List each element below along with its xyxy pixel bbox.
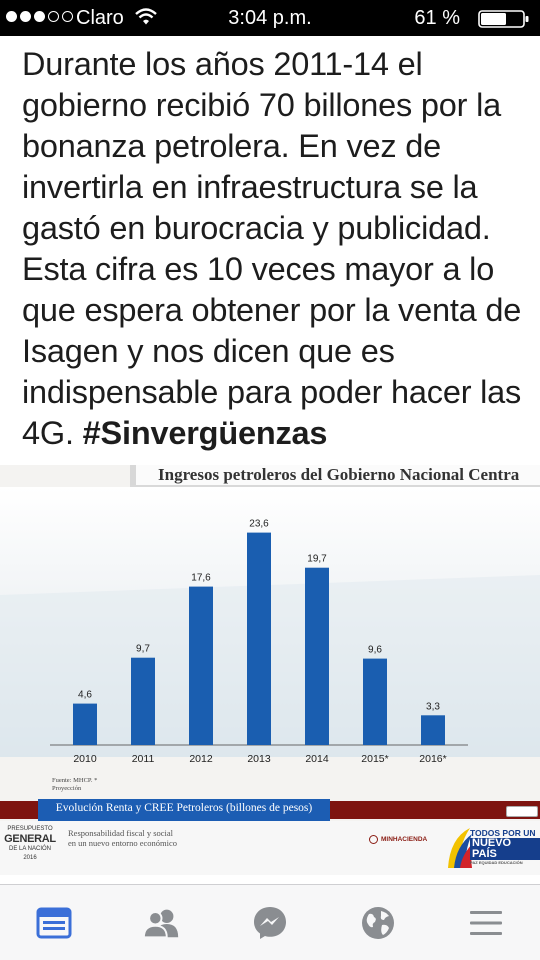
chart-bar [73, 703, 97, 745]
tab-more[interactable] [466, 903, 506, 943]
bar-chart: 4,6 2010 9,7 2011 17,6 2012 23,6 2013 19,7 2014 9,… [0, 487, 540, 765]
chart-bar [363, 658, 387, 745]
source-note: Proyección [52, 785, 82, 792]
x-tick-label: 2013 [247, 753, 271, 765]
presupuesto-logo: PRESUPUESTO GENERAL DE LA NACIÓN 2016 [4, 825, 56, 863]
x-tick-label: 2014 [305, 753, 329, 765]
ministry-name: MINHACIENDA [381, 836, 428, 843]
bar-data-label: 19,7 [307, 554, 327, 565]
logo-line: GENERAL [4, 833, 56, 845]
campaign-line: NUEVO PAÍS [470, 838, 540, 860]
friends-icon [142, 909, 179, 939]
battery-percent: 61 % [414, 7, 460, 29]
hashtag-link[interactable]: #Sinvergüenzas [83, 415, 328, 451]
newsfeed-icon [36, 907, 72, 939]
x-tick-label: 2015* [361, 753, 388, 765]
chart-source: Fuente: MHCP. * Proyección [52, 777, 97, 793]
messenger-icon [254, 907, 286, 939]
tab-messenger[interactable] [250, 903, 290, 943]
bar-data-label: 9,7 [136, 644, 150, 655]
slogan-line: en un nuevo entorno económico [68, 838, 178, 848]
bar-data-label: 4,6 [78, 690, 92, 701]
logo-line: 2016 [23, 855, 37, 861]
x-tick-label: 2010 [73, 753, 97, 765]
bar-data-label: 9,6 [368, 645, 382, 656]
post-text: Durante los años 2011-14 el gobierno rec… [22, 44, 522, 454]
source-line: Fuente: MHCP. * [52, 777, 98, 784]
post-image[interactable]: Ingresos petroleros del Gobierno Naciona… [0, 465, 540, 875]
logo-line: DE LA NACIÓN [8, 846, 51, 852]
ministry-logo: MINHACIENDA [369, 835, 427, 844]
battery-icon [478, 10, 529, 28]
menu-icon [470, 911, 502, 935]
tab-friends[interactable] [142, 903, 182, 943]
bar-data-label: 17,6 [191, 573, 211, 584]
campaign-logo: TODOS POR UN NUEVO PAÍS PAZ EQUIDAD EDUC… [470, 829, 540, 866]
chart-bar [247, 532, 271, 745]
bar-data-label: 23,6 [249, 519, 269, 530]
x-tick-label: 2011 [132, 753, 155, 765]
chart-bar [131, 657, 155, 745]
footer-slogan: Responsabilidad fiscal y social en un nu… [68, 828, 177, 848]
x-tick-label: 2012 [189, 753, 213, 765]
chart-bar [421, 715, 445, 745]
status-bar: Claro 3:04 p.m. 61 % [0, 0, 540, 36]
chart-bar [189, 586, 213, 745]
tab-bar [0, 884, 540, 960]
post-body: Durante los años 2011-14 el gobierno rec… [22, 46, 522, 451]
bar-data-label: 3,3 [426, 701, 440, 712]
campaign-line: PAZ EQUIDAD EDUCACIÓN [470, 860, 523, 865]
slogan-line: Responsabilidad fiscal y social [68, 828, 174, 838]
globe-icon [362, 907, 394, 939]
x-tick-label: 2016* [419, 753, 446, 765]
seal-icon [369, 835, 378, 844]
tab-news-feed[interactable] [34, 903, 74, 943]
tab-notifications[interactable] [358, 903, 398, 943]
slide-tab [506, 806, 538, 817]
chart-bar [305, 567, 329, 745]
